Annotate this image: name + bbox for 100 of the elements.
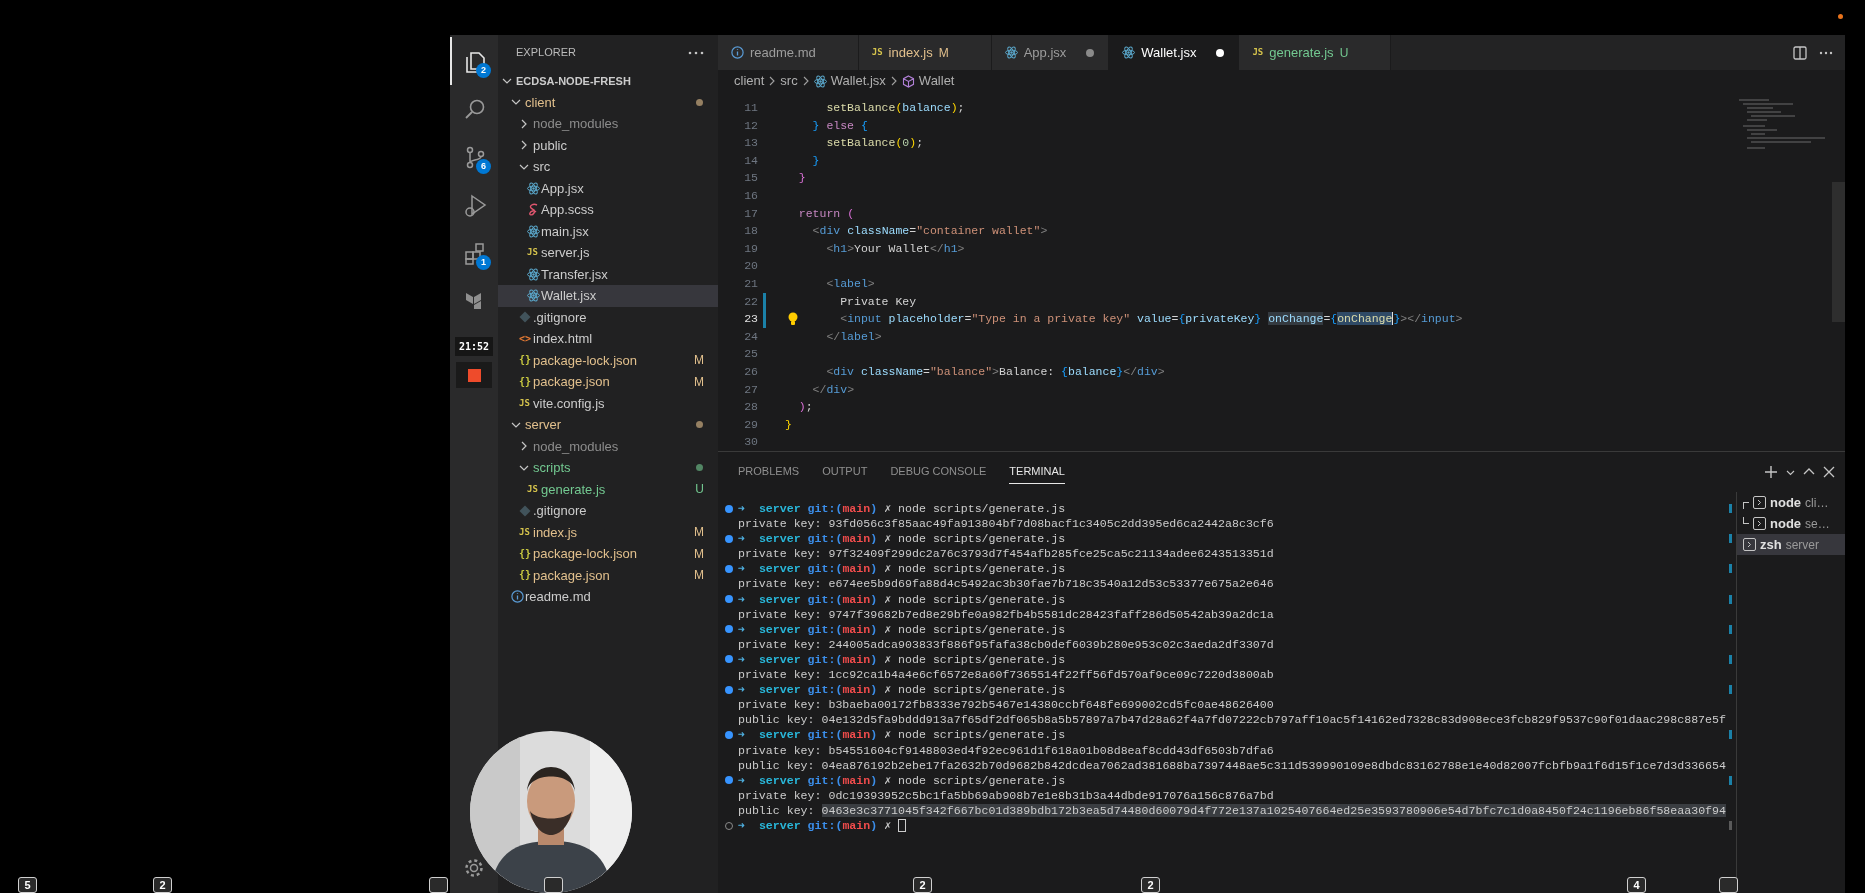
chevron-right-icon [519, 140, 529, 151]
scroll-marker [1729, 624, 1732, 634]
breadcrumb-item[interactable]: src [780, 71, 798, 91]
tree-item[interactable]: {}package-lock.json M [498, 349, 718, 371]
tree-item[interactable]: client [498, 91, 718, 113]
line-number: 22 [743, 293, 758, 310]
editor-tab[interactable]: App.jsx [991, 35, 1110, 70]
scroll-marker [1729, 594, 1732, 604]
panel-tab[interactable]: TERMINAL [1009, 460, 1065, 484]
js-file-icon: JS [519, 527, 530, 537]
atom-icon [1122, 46, 1136, 59]
breadcrumb-item[interactable]: client [734, 71, 765, 91]
tree-item[interactable]: server [498, 414, 718, 436]
tree-item[interactable]: {}package.json M [498, 564, 718, 586]
line-number: 19 [743, 240, 758, 257]
tree-item[interactable]: main.jsx [498, 220, 718, 242]
atom-icon [527, 224, 540, 238]
chevron-right-icon [889, 76, 898, 86]
diamond-icon [519, 311, 531, 324]
terminal-session[interactable]: node cli… [1737, 492, 1845, 513]
more-icon [688, 50, 704, 55]
scroll-marker [1729, 821, 1732, 830]
panel-title: EXPLORER [516, 45, 576, 61]
line-number: 20 [743, 258, 758, 275]
code-line: <label> [825, 275, 875, 292]
tree-item[interactable]: readme.md [498, 586, 718, 608]
tree-item[interactable]: App.jsx [498, 177, 718, 199]
terminal-session[interactable]: zsh server [1737, 534, 1845, 555]
editor-tab[interactable]: readme.md [718, 35, 859, 70]
tree-item[interactable]: JS vite.config.js [498, 392, 718, 414]
tree-item[interactable]: App.scss [498, 199, 718, 221]
tree-item[interactable]: public [498, 134, 718, 156]
line-number: 28 [743, 399, 758, 416]
activity-bar-item[interactable]: 1 [450, 229, 498, 277]
tree-item[interactable]: {}package-lock.json M [498, 543, 718, 565]
editor-tab[interactable]: Wallet.jsx [1109, 35, 1240, 70]
terminal-line: public key: 0463e3c3771045f342f667bc01d389bdb172b3ea5d74480d60079d4f772e137a1025407664ed25e3593780906e54d7bfc7c1d0a8450f24c1196eb86f58eaa30f94 [738, 802, 1726, 818]
tree-item[interactable]: .gitignore [498, 500, 718, 522]
activity-bar-item[interactable]: 6 [450, 133, 498, 181]
split-connector [1743, 517, 1749, 524]
terminal-line: ➜ server git:(main) ✗ node scripts/generate.js [738, 772, 1066, 788]
terminal-line: ➜ server git:(main) ✗ node scripts/generate.js [738, 682, 1066, 698]
code-line: } [785, 416, 792, 433]
js-file-icon: JS [871, 48, 883, 57]
more-icon [1819, 50, 1833, 55]
tree-item[interactable]: .gitignore [498, 306, 718, 328]
tree-item[interactable]: node_modules [498, 435, 718, 457]
atom-icon [813, 74, 827, 88]
tree-item[interactable]: Wallet.jsx [498, 285, 718, 307]
git-status-letter: U [695, 481, 704, 499]
tree-item[interactable]: ECDSA-NODE-FRESH [498, 70, 718, 92]
braces-icon: {} [519, 548, 532, 559]
terminal-line: private key: b54551604cf9148803ed4f92ec961d1f618a01b08d8eaf8cdd43df6503b7dfa6 [738, 742, 1274, 758]
close-icon [1823, 466, 1835, 478]
stop-button[interactable] [456, 362, 492, 388]
terminal-icon [1743, 538, 1756, 551]
git-status-letter: M [694, 352, 704, 370]
tree-item[interactable]: src [498, 156, 718, 178]
tree-item[interactable]: JS server.js [498, 242, 718, 264]
line-number: 30 [743, 434, 758, 451]
settings-icon [463, 857, 485, 879]
line-number: 25 [743, 346, 758, 363]
terminal-line: public key: 04ea876192b2ebe17fa2632b70d9682b842dcdea7062ad381688ba7397448ae5c311d539990109e8dbdc83162788e1e40d82007fcbfb9a1f6d15f1ce7d3d336654 [738, 757, 1726, 773]
breadcrumb-item[interactable]: Wallet.jsx [813, 71, 886, 91]
tree-item[interactable]: {}package.json M [498, 371, 718, 393]
line-number: 27 [743, 381, 758, 398]
scroll-marker [1729, 775, 1732, 785]
split-connector [1743, 502, 1749, 509]
overlay-badge [1719, 877, 1738, 893]
tree-item[interactable]: <>index.html [498, 328, 718, 350]
terminal-line: ➜ server git:(main) ✗ node scripts/generate.js [738, 727, 1066, 743]
code-line: } [811, 152, 820, 169]
git-status-letter: M [694, 567, 704, 585]
editor-tab[interactable]: JS generate.js U [1239, 35, 1392, 70]
line-number: 16 [743, 187, 758, 204]
line-number: 18 [743, 223, 758, 240]
editor-tab[interactable]: JS index.js M [858, 35, 992, 70]
panel-tab[interactable]: OUTPUT [822, 460, 868, 484]
atom-icon [527, 267, 540, 281]
tree-item[interactable]: Transfer.jsx [498, 263, 718, 285]
plus-icon [1764, 465, 1778, 479]
split-editor-icon [1793, 45, 1807, 60]
terminal-session[interactable]: node se… [1737, 513, 1845, 534]
count-badge: 2 [476, 63, 491, 78]
breadcrumb-item[interactable]: Wallet [901, 71, 955, 91]
code-line: <h1>Your Wallet</h1> [825, 240, 965, 257]
line-number: 15 [743, 170, 758, 187]
panel-tab[interactable]: DEBUG CONSOLE [890, 460, 987, 484]
git-status-letter: M [694, 524, 704, 542]
tree-item[interactable]: JS generate.js U [498, 478, 718, 500]
terminal-line: ➜ server git:(main) ✗ [738, 817, 892, 834]
line-number: 29 [743, 416, 758, 433]
code-line: </div> [811, 381, 855, 398]
scrollbar-thumb[interactable] [1832, 182, 1845, 322]
tree-item[interactable]: JS index.js M [498, 521, 718, 543]
overlay-badge: 5 [18, 877, 37, 893]
code-line: setBalance(0); [825, 135, 924, 152]
tree-item[interactable]: node_modules [498, 113, 718, 135]
panel-tab[interactable]: PROBLEMS [738, 460, 800, 484]
tree-item[interactable]: scripts [498, 457, 718, 479]
